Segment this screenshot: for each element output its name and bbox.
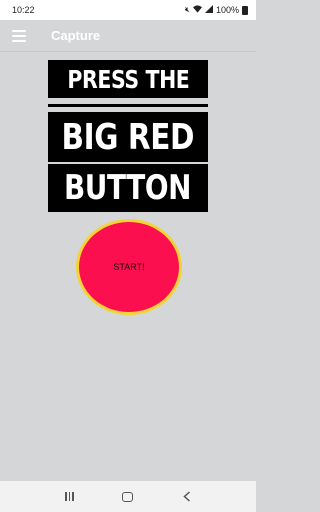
- headline-line-2: BIG RED: [48, 112, 208, 162]
- home-button[interactable]: [113, 485, 143, 509]
- headline: PRESS THE BIG RED BUTTON: [48, 60, 208, 212]
- battery-percent: 100%: [215, 5, 239, 15]
- back-button[interactable]: [172, 485, 202, 509]
- start-button-label: START!: [113, 262, 145, 272]
- status-time: 10:22: [12, 5, 35, 15]
- start-button[interactable]: START!: [76, 219, 182, 315]
- mute-icon: 🔇︎: [184, 5, 190, 14]
- recents-button[interactable]: [54, 485, 84, 509]
- headline-line-3-text: BUTTON: [64, 168, 192, 208]
- recents-icon: [65, 492, 74, 501]
- back-icon: [183, 491, 190, 502]
- app-screen: 10:22 🔇︎ 100% Capture PRESS THE BIG RED …: [0, 0, 256, 512]
- navigation-bar: [0, 481, 256, 512]
- app-title: Capture: [51, 28, 101, 43]
- hamburger-menu-icon[interactable]: [12, 29, 26, 42]
- signal-icon: [204, 5, 213, 15]
- headline-line-1-text: PRESS THE: [66, 64, 189, 94]
- app-bar: Capture: [0, 20, 256, 52]
- headline-line-2-text: BIG RED: [61, 116, 195, 158]
- home-icon: [122, 491, 134, 502]
- status-bar: 10:22 🔇︎ 100%: [0, 0, 256, 20]
- headline-line-3: BUTTON: [48, 164, 208, 212]
- headline-divider: [48, 104, 208, 107]
- headline-line-1: PRESS THE: [48, 60, 208, 98]
- battery-icon: [242, 5, 248, 15]
- status-icons: 🔇︎ 100%: [185, 5, 248, 15]
- wifi-icon: [192, 5, 202, 15]
